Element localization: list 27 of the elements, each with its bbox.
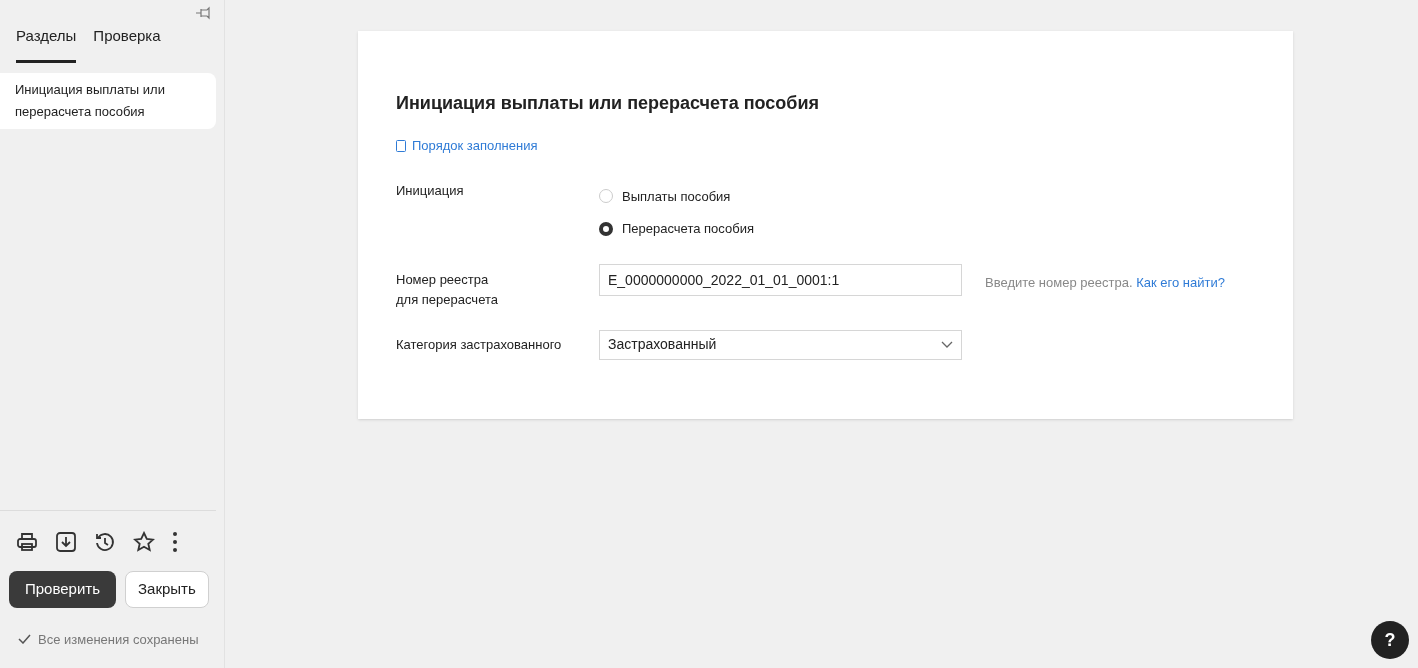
field-label: Инициация [396,181,465,200]
pin-icon[interactable] [195,6,211,20]
check-button[interactable]: Проверить [9,570,116,608]
sidebar-tab[interactable]: Проверка [93,25,161,63]
field-label: Номер реестра для перерасчета [396,270,499,309]
printer-icon[interactable] [16,530,38,553]
star-icon[interactable] [133,530,155,553]
radio-option[interactable]: Перерасчета пособия [599,219,754,239]
field-label: Категория застрахованного [396,335,563,354]
download-icon[interactable] [55,530,77,553]
registry-number-input[interactable]: E_0000000000_2022_01_01_0001:1 [599,263,962,296]
sidebar-tab[interactable]: Разделы [16,25,77,63]
history-icon[interactable] [94,530,116,553]
hint-text: Введите номер реестра. [985,274,1133,290]
form-title: Инициация выплаты или перерасчета пособия [396,92,820,115]
help-link[interactable]: Порядок заполнения [396,136,538,156]
save-status: Все изменения сохранены [38,630,199,649]
checkmark-icon [18,634,31,645]
help-button[interactable]: ? [1371,621,1409,659]
section-item[interactable]: Инициация выплаты или перерасчета пособия [0,72,216,129]
chevron-down-icon [941,341,953,348]
find-help-link[interactable]: Как его найти? [1136,274,1225,290]
radio-button[interactable] [599,221,613,236]
more-icon[interactable] [172,530,178,553]
close-button[interactable]: Закрыть [125,570,209,608]
category-select[interactable]: Застрахованный [599,329,962,360]
radio-option[interactable]: Выплаты пособия [599,186,754,206]
